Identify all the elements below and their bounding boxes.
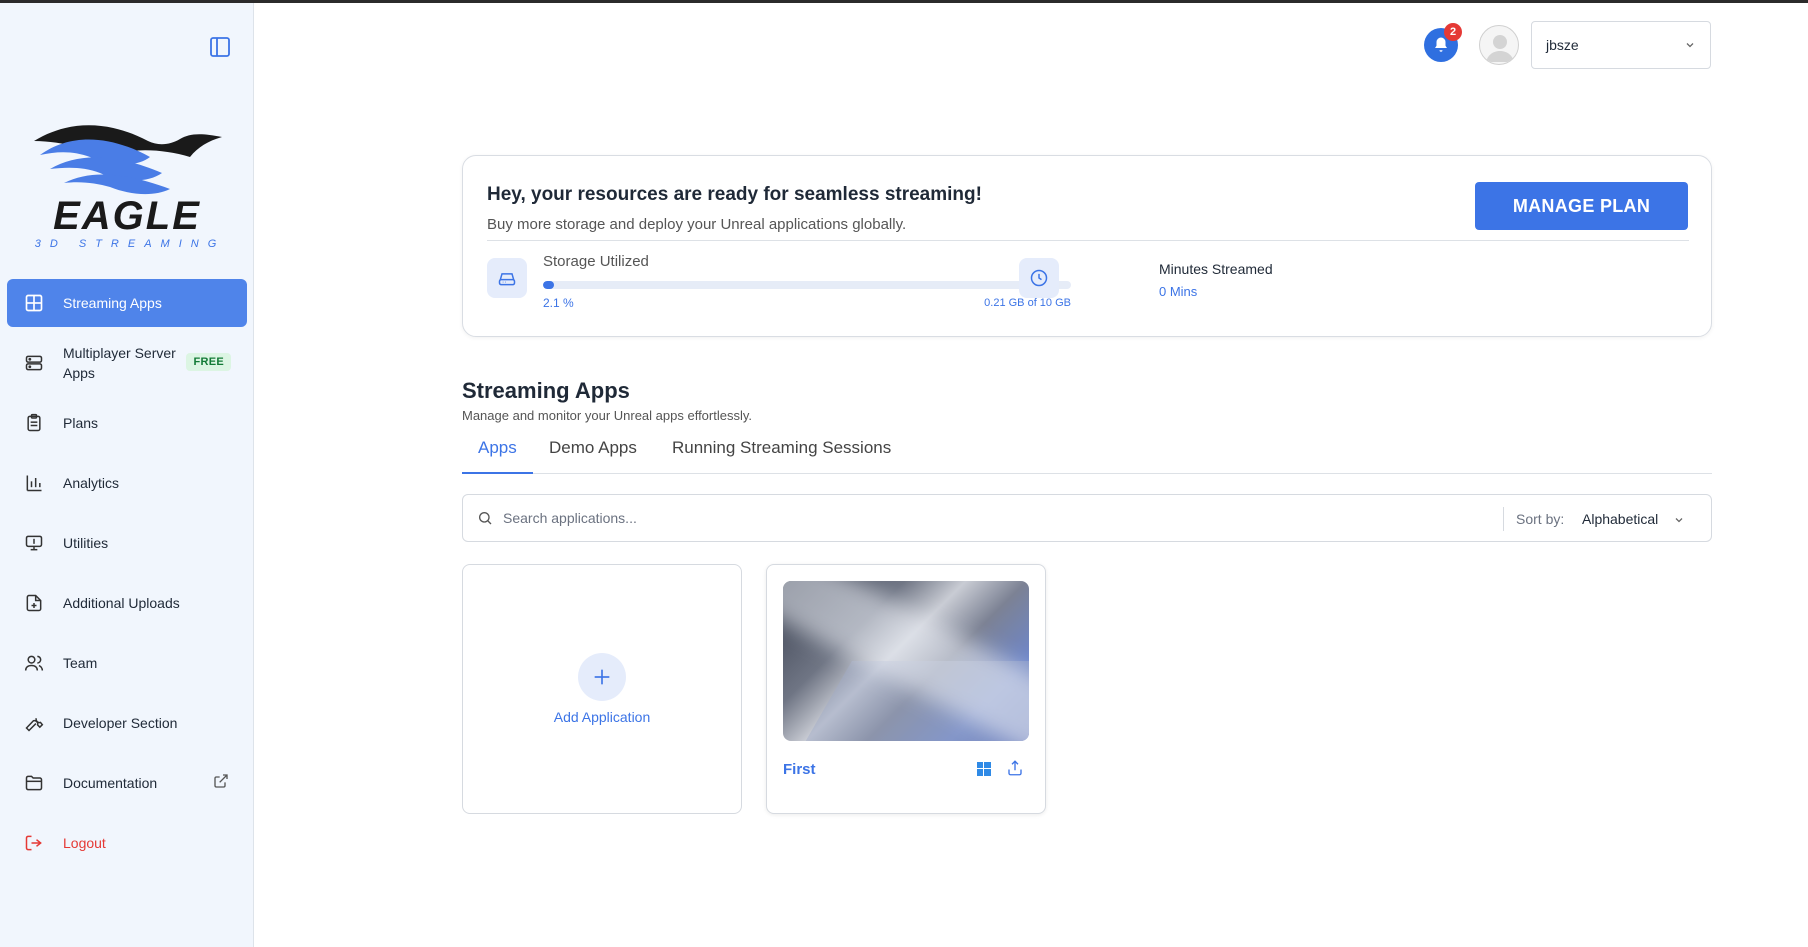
minutes-streamed-value: 0 Mins (1159, 284, 1198, 299)
search-icon (477, 510, 493, 531)
storage-usage: 0.21 GB of 10 GB (984, 297, 1071, 309)
resources-title: Hey, your resources are ready for seamle… (487, 184, 982, 205)
sidebar-item-utilities[interactable]: Utilities (7, 519, 247, 567)
minutes-streamed-label: Minutes Streamed (1159, 261, 1273, 277)
sidebar-item-label: Utilities (63, 535, 109, 551)
resources-card: Hey, your resources are ready for seamle… (462, 155, 1712, 337)
storage-progress-bar (543, 281, 1071, 289)
sidebar-item-developer-section[interactable]: Developer Section (7, 699, 247, 747)
sidebar-nav: Streaming Apps Multiplayer Server Apps F… (7, 279, 247, 879)
sidebar-item-team[interactable]: Team (7, 639, 247, 687)
sidebar-item-multiplayer-server-apps[interactable]: Multiplayer Server Apps FREE (7, 339, 247, 387)
chevron-down-icon (1684, 38, 1696, 54)
add-application-label: Add Application (553, 709, 651, 725)
search-bar: Sort by: Alphabetical (462, 494, 1712, 542)
sidebar-item-label: Multiplayer Server Apps (63, 345, 176, 381)
sidebar-item-additional-uploads[interactable]: Additional Uploads (7, 579, 247, 627)
tab-bar: Apps Demo Apps Running Streaming Session… (462, 428, 1712, 474)
logout-icon (23, 832, 45, 854)
eagle-logo: EAGLE 3D STREAMING (30, 111, 225, 251)
search-input[interactable] (503, 503, 1463, 533)
file-plus-icon (23, 592, 45, 614)
sidebar-item-label: Analytics (63, 475, 120, 491)
sidebar: EAGLE 3D STREAMING Streaming Apps Multip… (0, 3, 254, 947)
tab-apps[interactable]: Apps (462, 438, 533, 474)
wrench-icon (23, 712, 45, 734)
sidebar-item-label: Developer Section (63, 715, 178, 731)
window-top-border (0, 0, 1808, 3)
sidebar-item-label: Logout (63, 835, 106, 851)
bar-chart-icon (23, 472, 45, 494)
logo-wordmark: EAGLE (53, 194, 201, 238)
app-card[interactable]: First (766, 564, 1046, 814)
sidebar-item-label: Plans (63, 415, 99, 431)
storage-utilized-label: Storage Utilized (543, 253, 649, 270)
sidebar-item-streaming-apps[interactable]: Streaming Apps (7, 279, 247, 327)
username-label: jbsze (1546, 37, 1579, 53)
monitor-icon (23, 532, 45, 554)
page-subtitle: Manage and monitor your Unreal apps effo… (462, 408, 753, 423)
sidebar-item-analytics[interactable]: Analytics (7, 459, 247, 507)
free-badge: FREE (186, 353, 231, 371)
sidebar-item-label: Documentation (63, 775, 158, 791)
sidebar-item-label: Additional Uploads (63, 595, 180, 611)
add-application-card[interactable]: Add Application (462, 564, 742, 814)
storage-progress-fill (543, 281, 555, 289)
folder-icon (23, 772, 45, 794)
sidebar-item-logout[interactable]: Logout (7, 819, 247, 867)
notification-count-badge: 2 (1444, 23, 1462, 41)
upload-icon[interactable] (1006, 759, 1024, 782)
sidebar-item-label: Team (63, 655, 98, 671)
grid-icon (23, 292, 45, 314)
external-link-icon (213, 773, 231, 791)
sidebar-item-plans[interactable]: Plans (7, 399, 247, 447)
resources-subtitle: Buy more storage and deploy your Unreal … (487, 216, 907, 233)
storage-drive-icon (487, 258, 527, 298)
clock-icon (1019, 258, 1059, 298)
app-name: First (783, 761, 816, 778)
plus-icon (578, 653, 626, 701)
page-title: Streaming Apps (462, 378, 630, 403)
storage-percent: 2.1 % (543, 296, 574, 310)
windows-icon (976, 761, 992, 782)
sidebar-item-label: Streaming Apps (63, 295, 162, 311)
sort-select[interactable]: Alphabetical (1582, 511, 1658, 527)
logo-tagline: 3D STREAMING (35, 238, 225, 250)
chevron-down-icon[interactable] (1673, 513, 1685, 531)
server-icon (23, 352, 45, 374)
clipboard-icon (23, 412, 45, 434)
avatar[interactable] (1479, 25, 1519, 65)
sort-label: Sort by: (1516, 511, 1565, 527)
app-thumbnail (783, 581, 1029, 741)
divider (1503, 507, 1504, 531)
tab-demo-apps[interactable]: Demo Apps (549, 438, 637, 474)
sidebar-item-documentation[interactable]: Documentation (7, 759, 247, 807)
users-icon (23, 652, 45, 674)
sidebar-toggle-icon[interactable] (208, 35, 236, 63)
divider (487, 240, 1689, 241)
user-dropdown[interactable]: jbsze (1531, 21, 1711, 69)
tab-running-streaming-sessions[interactable]: Running Streaming Sessions (672, 438, 891, 474)
manage-plan-button[interactable]: MANAGE PLAN (1475, 182, 1688, 230)
